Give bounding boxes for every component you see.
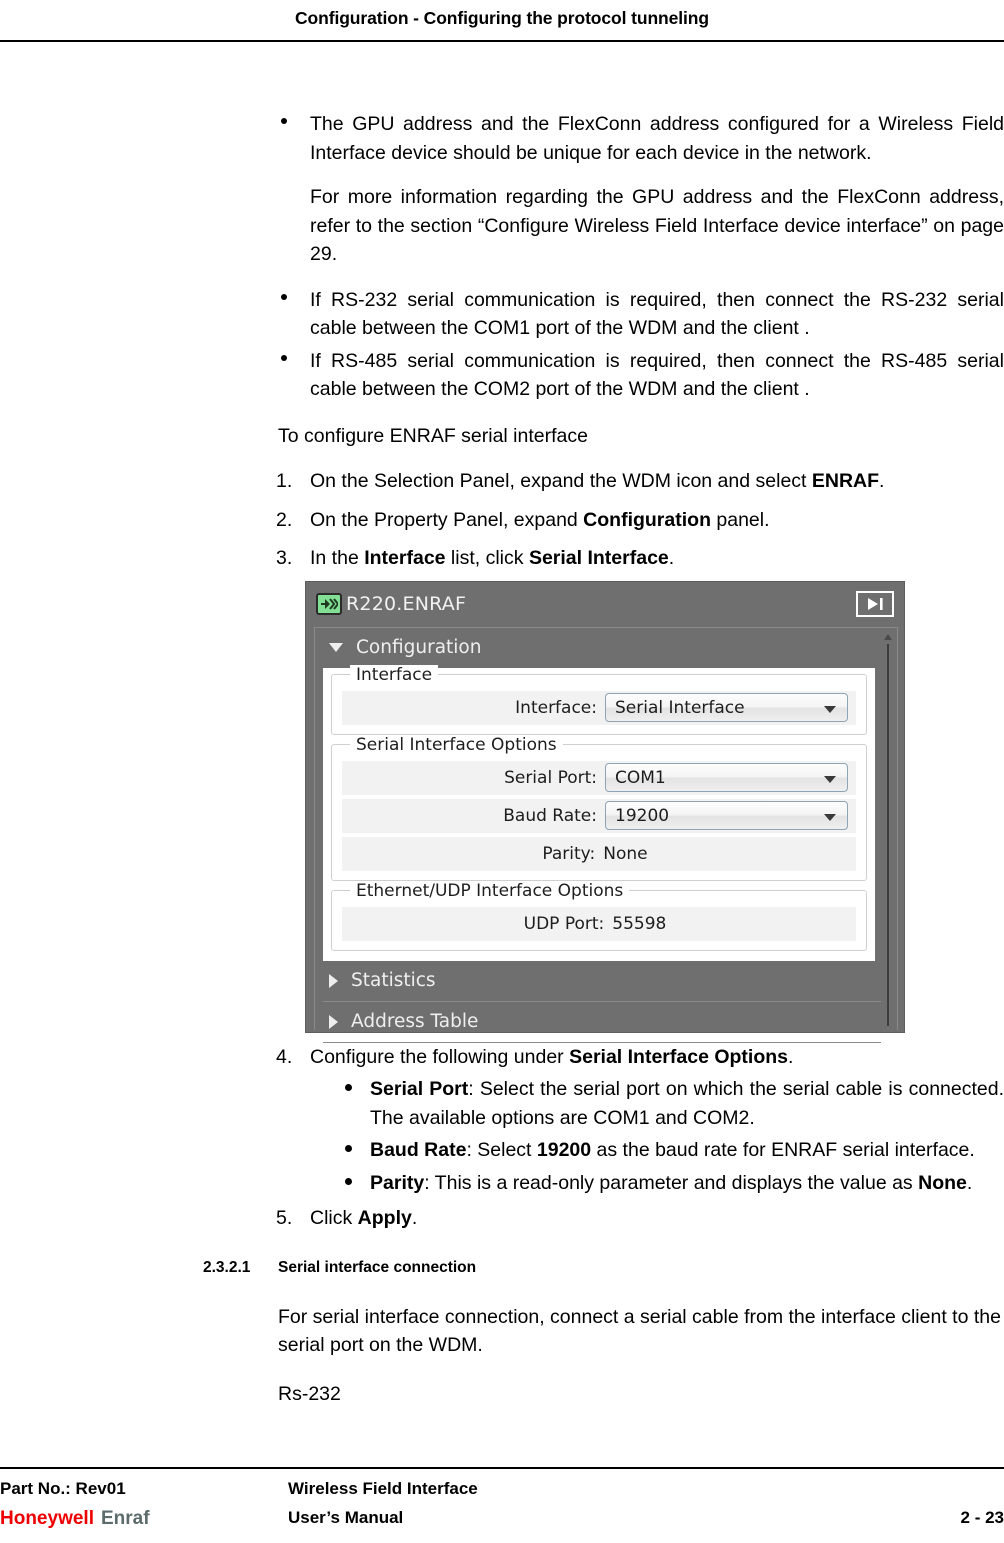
chevron-down-icon[interactable]: [824, 706, 836, 713]
step-2: 2. On the Property Panel, expand Configu…: [0, 506, 1004, 535]
step-5-number: 5.: [276, 1207, 293, 1229]
section-header-address-table[interactable]: Address Table: [315, 1002, 897, 1042]
sub-bullet-baud-rate-text: Baud Rate: Select 19200 as the baud rate…: [370, 1139, 975, 1161]
step-1-number: 1.: [276, 470, 293, 492]
sub-bullet-serial-port-text: Serial Port: Select the serial port on w…: [370, 1078, 1004, 1129]
page-content: The GPU address and the FlexConn address…: [0, 110, 1004, 1408]
honeywell-enraf-logo: Honeywell Enraf: [0, 1508, 150, 1530]
bullet-dot-icon: [345, 1145, 352, 1152]
bullet-rs485-text: If RS-485 serial communication is requir…: [310, 349, 1004, 401]
label-interface: Interface:: [515, 697, 597, 718]
step-4-number: 4.: [276, 1045, 293, 1068]
app-title-text: R220.ENRAF: [346, 593, 467, 615]
dropdown-baud-rate-value: 19200: [615, 805, 670, 826]
logo-honeywell-text: Honeywell: [0, 1508, 94, 1529]
group-title-interface: Interface: [350, 664, 439, 685]
triangle-down-icon[interactable]: [329, 643, 343, 652]
field-row-parity: Parity: None: [342, 836, 856, 871]
app-property-panel: Configuration Interface Interface: Seria…: [314, 626, 898, 1043]
sub-bullet-parity-text: Parity: This is a read-only parameter an…: [370, 1171, 973, 1194]
chevron-down-icon[interactable]: [824, 776, 836, 783]
label-parity: Parity:: [542, 843, 596, 864]
bullet-dot-icon: [281, 354, 287, 361]
step-4: 4. Configure the following under Serial …: [0, 1043, 1004, 1072]
step-4-text: Configure the following under Serial Int…: [310, 1045, 794, 1068]
dropdown-serial-port-value: COM1: [615, 767, 666, 788]
step-forward-icon[interactable]: [856, 590, 894, 617]
device-link-icon: [316, 593, 342, 615]
footer-divider: [0, 1467, 1004, 1469]
field-row-interface: Interface: Serial Interface: [342, 690, 856, 725]
footer-document-title-line1: Wireless Field Interface: [288, 1479, 478, 1498]
section-label-configuration: Configuration: [356, 637, 482, 658]
bullet-dot-icon: [281, 118, 287, 124]
field-row-udp-port: UDP Port: 55598: [342, 906, 856, 941]
step-5: 5. Click Apply.: [0, 1204, 1004, 1233]
section-heading-number: 2.3.2.1: [203, 1258, 251, 1276]
bullet-dot-icon: [345, 1084, 352, 1091]
bullet-dot-icon: [345, 1177, 352, 1185]
dropdown-baud-rate[interactable]: 19200: [605, 801, 848, 830]
group-serial-interface-options: Serial Interface Options Serial Port: CO…: [331, 734, 867, 881]
field-row-baud-rate: Baud Rate: 19200: [342, 798, 856, 833]
logo-enraf-text: Enraf: [100, 1508, 150, 1529]
dropdown-serial-port[interactable]: COM1: [605, 763, 848, 792]
label-serial-port: Serial Port:: [504, 767, 597, 788]
section-label-statistics: Statistics: [351, 970, 436, 991]
bullet-dot-icon: [281, 293, 287, 300]
group-ethernet-udp-options: Ethernet/UDP Interface Options UDP Port:…: [331, 880, 867, 951]
page-footer: Part No.: Rev01 Honeywell Enraf Wireless …: [0, 1467, 1004, 1543]
footer-document-title-line2: User’s Manual: [288, 1508, 404, 1527]
scrollbar-track[interactable]: [887, 643, 889, 1026]
dropdown-interface[interactable]: Serial Interface: [605, 693, 848, 722]
sub-bullet-serial-port: Serial Port: Select the serial port on w…: [0, 1075, 1004, 1132]
group-title-ethernet-udp-options: Ethernet/UDP Interface Options: [350, 880, 630, 901]
bullet-gpu-address: The GPU address and the FlexConn address…: [0, 110, 1004, 167]
configuration-panel-body: Interface Interface: Serial Interface Se…: [323, 664, 875, 961]
scroll-up-arrow-icon[interactable]: [884, 633, 892, 640]
app-title-bar: R220.ENRAF: [306, 581, 904, 627]
step-2-text: On the Property Panel, expand Configurat…: [310, 508, 770, 531]
section-header-statistics[interactable]: Statistics: [315, 961, 897, 1001]
group-title-serial-interface-options: Serial Interface Options: [350, 734, 563, 755]
step-3-text: In the Interface list, click Serial Inte…: [310, 547, 675, 569]
step-1: 1. On the Selection Panel, expand the WD…: [0, 467, 1004, 496]
step-5-text: Click Apply.: [310, 1207, 418, 1229]
section-heading-title: Serial interface connection: [278, 1258, 477, 1276]
paragraph-more-information: For more information regarding the GPU a…: [310, 186, 1004, 265]
label-baud-rate: Baud Rate:: [503, 805, 597, 826]
page-header: Configuration - Configuring the protocol…: [0, 0, 1004, 46]
footer-part-number: Part No.: Rev01: [0, 1479, 126, 1498]
bullet-rs232-text: If RS-232 serial communication is requir…: [310, 288, 1004, 340]
paragraph-rs232-note: Rs-232: [278, 1382, 341, 1405]
section-header-configuration[interactable]: Configuration: [315, 628, 897, 668]
group-interface: Interface Interface: Serial Interface: [331, 664, 867, 735]
bullet-gpu-address-text: The GPU address and the FlexConn address…: [310, 113, 1004, 164]
embedded-application-screenshot: R220.ENRAF Configuration Interface Inter…: [305, 580, 905, 1043]
step-3-number: 3.: [276, 547, 293, 569]
sub-bullet-parity: Parity: This is a read-only parameter an…: [0, 1169, 1004, 1198]
page-header-title: Configuration - Configuring the protocol…: [295, 8, 709, 28]
label-udp-port: UDP Port:: [523, 913, 605, 934]
field-row-serial-port: Serial Port: COM1: [342, 760, 856, 795]
bullet-rs232: If RS-232 serial communication is requir…: [0, 286, 1004, 343]
header-divider: [0, 40, 1004, 42]
step-3: 3. In the Interface list, click Serial I…: [0, 544, 1004, 573]
section-label-address-table: Address Table: [351, 1011, 479, 1032]
triangle-right-icon[interactable]: [329, 1014, 338, 1029]
sub-bullet-baud-rate: Baud Rate: Select 19200 as the baud rate…: [0, 1136, 1004, 1165]
dropdown-interface-value: Serial Interface: [615, 697, 745, 718]
footer-page-number: 2 - 23: [960, 1508, 1004, 1527]
step-1-text: On the Selection Panel, expand the WDM i…: [310, 470, 885, 492]
section-heading-serial-interface-connection: 2.3.2.1 Serial interface connection: [0, 1259, 1004, 1285]
value-udp-port: 55598: [612, 913, 667, 934]
property-panel-scrollbar[interactable]: [881, 631, 895, 1026]
bullet-rs485: If RS-485 serial communication is requir…: [0, 347, 1004, 404]
chevron-down-icon[interactable]: [824, 814, 836, 821]
step-2-number: 2.: [276, 508, 293, 531]
lead-in-to-configure: To configure ENRAF serial interface: [278, 424, 588, 447]
value-parity: None: [603, 843, 648, 864]
paragraph-serial-interface-connection: For serial interface connection, connect…: [278, 1305, 1001, 1357]
triangle-right-icon[interactable]: [329, 973, 338, 988]
